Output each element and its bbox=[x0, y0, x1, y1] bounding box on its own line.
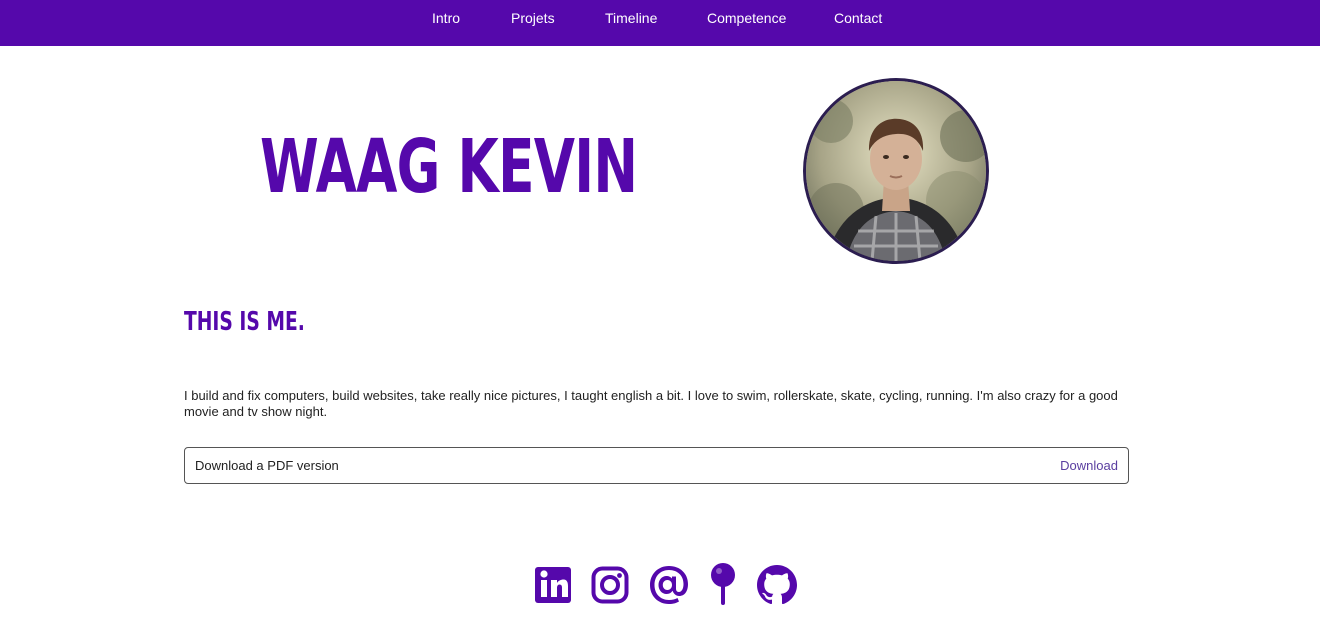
avatar bbox=[803, 78, 989, 264]
location-pin-icon[interactable] bbox=[710, 562, 736, 606]
pdf-download-box: Download a PDF version Download bbox=[184, 447, 1129, 484]
github-icon[interactable] bbox=[756, 562, 798, 606]
hero-name: WAAG KEVIN bbox=[260, 124, 638, 210]
nav-link-intro[interactable]: Intro bbox=[432, 10, 460, 27]
bio-text: I build and fix computers, build website… bbox=[184, 388, 1118, 419]
instagram-icon[interactable] bbox=[591, 562, 629, 606]
pdf-download-link[interactable]: Download bbox=[1060, 458, 1118, 474]
nav-link-competence[interactable]: Competence bbox=[707, 10, 786, 27]
email-icon[interactable] bbox=[647, 562, 691, 606]
nav-link-projets[interactable]: Projets bbox=[511, 10, 555, 27]
nav-link-timeline[interactable]: Timeline bbox=[605, 10, 657, 27]
profile-photo-icon bbox=[806, 81, 986, 261]
nav-link-contact[interactable]: Contact bbox=[834, 10, 882, 27]
pdf-download-label: Download a PDF version bbox=[195, 458, 339, 473]
linkedin-icon[interactable] bbox=[534, 562, 572, 606]
top-navigation: Intro Projets Timeline Competence Contac… bbox=[0, 0, 1320, 46]
about-title: THIS IS ME. bbox=[184, 307, 305, 337]
